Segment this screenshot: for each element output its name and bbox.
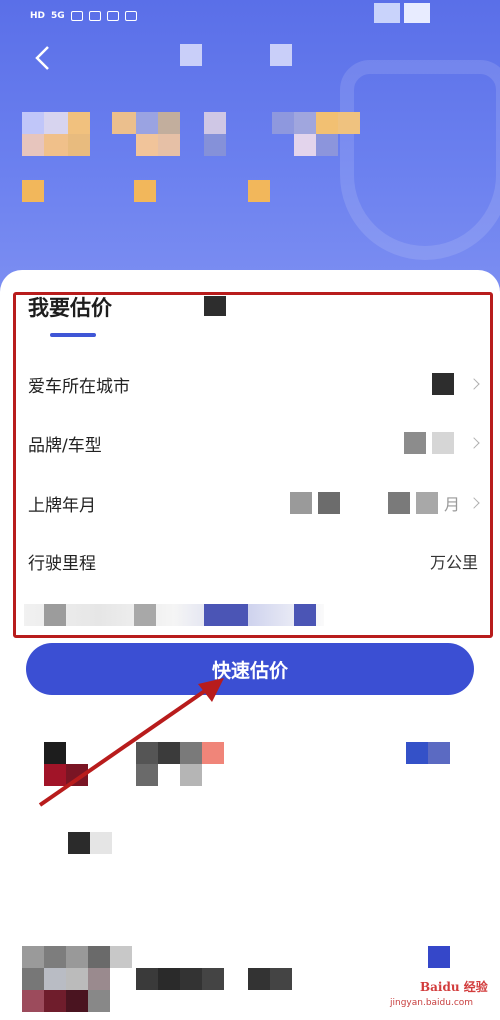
annotation-arrow (38, 678, 224, 807)
watermark-brand: Baidu 经验 (420, 980, 488, 994)
watermark-url: jingyan.baidu.com (390, 998, 474, 1008)
